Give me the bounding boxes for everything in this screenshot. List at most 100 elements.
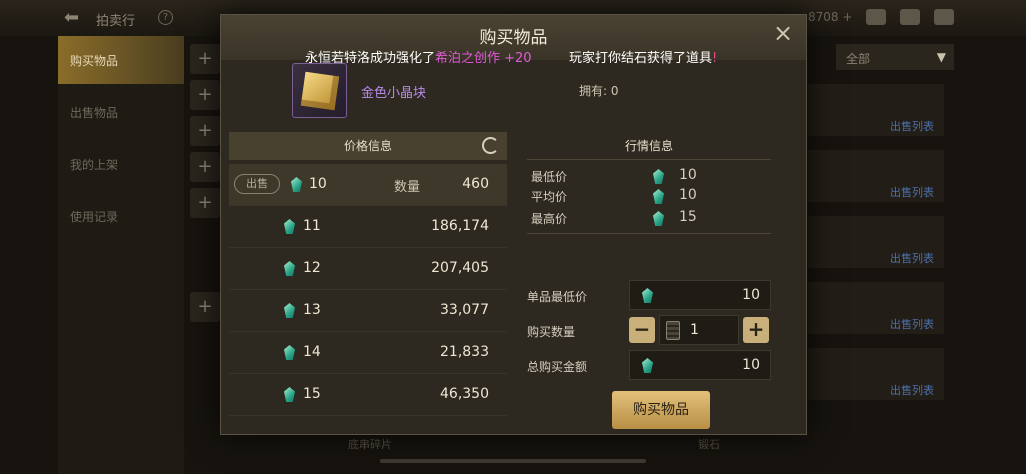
row-qty: 207,405	[431, 260, 489, 276]
market-average: 平均价 10	[531, 186, 771, 206]
refresh-icon[interactable]	[482, 137, 499, 154]
calculator-icon[interactable]	[666, 321, 680, 340]
help-icon[interactable]: ?	[158, 10, 173, 25]
treasure-icon[interactable]	[866, 9, 886, 25]
total-amount-value: 10	[742, 357, 760, 373]
market-highest-value: 15	[679, 209, 697, 225]
filter-dropdown-value: 全部	[846, 52, 871, 66]
gem-currency-icon	[284, 261, 295, 276]
owned-count: 拥有: 0	[579, 82, 619, 99]
divider	[527, 233, 771, 234]
chat-icon[interactable]	[934, 9, 954, 25]
bottom-item-label: 锻石	[698, 438, 720, 451]
sidebar-item-sell[interactable]: 出售物品	[58, 88, 184, 136]
quantity-value: 1	[690, 322, 699, 338]
gem-currency-icon	[653, 211, 664, 226]
quantity-label: 购买数量	[527, 325, 576, 339]
sell-list-link[interactable]: 出售列表	[890, 316, 934, 332]
price-row[interactable]: 13 33,077	[229, 290, 507, 332]
gem-currency-icon	[642, 358, 653, 373]
dropdown-arrow-icon: ▼	[936, 50, 946, 64]
market-average-value: 10	[679, 187, 697, 203]
gem-currency-icon	[653, 169, 664, 184]
unit-min-price-field: 10	[629, 280, 771, 310]
back-arrow-icon[interactable]: ⬅	[64, 7, 79, 28]
market-highest-label: 最高价	[531, 212, 568, 226]
category-expand-button[interactable]: +	[190, 152, 220, 182]
category-expand-button[interactable]: +	[190, 44, 220, 74]
increase-quantity-button[interactable]: +	[743, 317, 769, 343]
row-qty-label: 数量	[394, 180, 421, 195]
broadcast-message: 玩家打你结石获得了道具!	[569, 47, 717, 66]
dialog-title: 购买物品	[479, 28, 548, 48]
market-lowest-value: 10	[679, 167, 697, 183]
total-amount-field: 10	[629, 350, 771, 380]
market-average-label: 平均价	[531, 190, 568, 204]
gem-currency-icon	[284, 387, 295, 402]
row-qty: 46,350	[440, 386, 489, 402]
sidebar-item-usage-log[interactable]: 使用记录	[58, 192, 184, 240]
buy-button[interactable]: 购买物品	[612, 391, 710, 429]
price-info-title: 价格信息	[343, 139, 392, 153]
category-expand-button[interactable]: +	[190, 80, 220, 110]
gem-currency-icon	[291, 177, 302, 192]
row-price: 13	[303, 302, 321, 318]
row-price: 14	[303, 344, 321, 360]
gem-currency-icon	[284, 219, 295, 234]
broadcast-item: 希泊之创作 +20	[435, 51, 532, 66]
unit-min-price-value: 10	[742, 287, 760, 303]
market-highest: 最高价 15	[531, 208, 771, 228]
bottom-item-label: 底串碎片	[348, 438, 392, 451]
gem-currency-icon	[284, 303, 295, 318]
row-price: 15	[303, 386, 321, 402]
sell-list-link[interactable]: 出售列表	[890, 250, 934, 266]
purchase-dialog: 购买物品 × 永恒若特洛成功强化了希泊之创作 +20 玩家打你结石获得了道具! …	[220, 14, 807, 435]
currency-display[interactable]: 8708 +	[808, 10, 852, 24]
mail-icon[interactable]	[900, 9, 920, 25]
sidebar-item-my-listings[interactable]: 我的上架	[58, 140, 184, 188]
sell-tag: 出售	[234, 174, 280, 194]
category-expand-button[interactable]: +	[190, 188, 220, 218]
category-expand-button[interactable]: +	[190, 292, 220, 322]
quantity-input[interactable]: 1	[659, 315, 739, 345]
row-qty: 186,174	[431, 218, 489, 234]
price-row[interactable]: 12 207,405	[229, 248, 507, 290]
category-expand-button[interactable]: +	[190, 116, 220, 146]
item-name: 金色小晶块	[361, 86, 427, 101]
price-list: 出售 10 数量 460 11 186,174 12 207,405 13 33…	[229, 164, 507, 416]
item-icon[interactable]	[292, 63, 347, 118]
owned-value: 0	[610, 84, 619, 98]
close-icon[interactable]: ×	[772, 21, 794, 45]
market-lowest-label: 最低价	[531, 170, 568, 184]
row-qty: 460	[462, 176, 489, 192]
sell-list-link[interactable]: 出售列表	[890, 184, 934, 200]
screen-title: 拍卖行	[96, 14, 136, 29]
row-price: 10	[309, 176, 327, 192]
market-info-header: 行情信息	[527, 132, 771, 160]
broadcast-suffix: !	[712, 51, 718, 66]
broadcast-prefix: 玩家打你结石获得了道具	[569, 51, 713, 66]
price-info-header: 价格信息	[229, 132, 507, 160]
gem-currency-icon	[284, 345, 295, 360]
home-indicator	[380, 459, 646, 463]
sell-list-link[interactable]: 出售列表	[890, 382, 934, 398]
row-price: 11	[303, 218, 321, 234]
unit-min-price-label: 单品最低价	[527, 290, 588, 304]
decrease-quantity-button[interactable]: −	[629, 317, 655, 343]
row-price: 12	[303, 260, 321, 276]
owned-label: 拥有:	[579, 84, 608, 98]
gem-currency-icon	[653, 189, 664, 204]
total-amount-label: 总购买金额	[527, 360, 588, 374]
price-row[interactable]: 11 186,174	[229, 206, 507, 248]
filter-dropdown[interactable]: 全部 ▼	[836, 44, 954, 70]
row-qty: 33,077	[440, 302, 489, 318]
gem-currency-icon	[642, 288, 653, 303]
price-row[interactable]: 15 46,350	[229, 374, 507, 416]
sell-list-link[interactable]: 出售列表	[890, 118, 934, 134]
sidebar-item-buy[interactable]: 购买物品	[58, 36, 184, 84]
gold-crystal-icon	[300, 71, 340, 111]
price-row[interactable]: 14 21,833	[229, 332, 507, 374]
price-row[interactable]: 出售 10 数量 460	[229, 164, 507, 206]
market-lowest: 最低价 10	[531, 166, 771, 186]
row-qty: 21,833	[440, 344, 489, 360]
